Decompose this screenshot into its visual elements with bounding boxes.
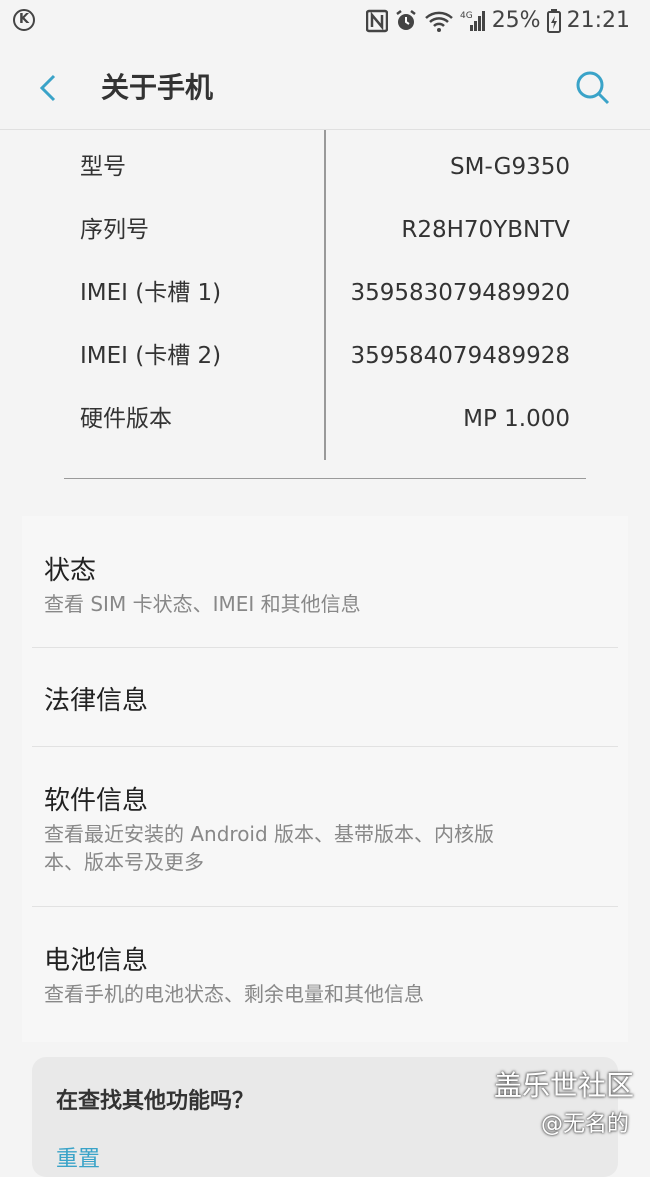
info-row-imei1: IMEI (卡槽 1) 359583079489920 <box>0 273 650 313</box>
back-button[interactable] <box>34 68 68 108</box>
back-arrow-icon <box>39 74 56 102</box>
menu-item-subtitle: 查看手机的电池状态、剩余电量和其他信息 <box>44 982 424 1006</box>
k-icon: K <box>13 9 35 31</box>
menu-item-battery[interactable]: 电池信息 查看手机的电池状态、剩余电量和其他信息 <box>22 930 618 1036</box>
menu-divider <box>32 746 618 747</box>
info-label: 硬件版本 <box>80 406 172 432</box>
menu-item-legal[interactable]: 法律信息 <box>22 660 618 746</box>
watermark-title: 盖乐世社区 <box>494 1069 635 1102</box>
app-bar: 关于手机 <box>0 46 650 130</box>
menu-divider <box>32 647 618 648</box>
menu-item-title: 法律信息 <box>44 686 149 716</box>
info-label: IMEI (卡槽 2) <box>80 343 222 369</box>
svg-text:4G: 4G <box>460 11 473 21</box>
reset-link[interactable]: 重置 <box>56 1141 100 1173</box>
menu-item-status[interactable]: 状态 查看 SIM 卡状态、IMEI 和其他信息 <box>22 540 618 646</box>
info-value: R28H70YBNTV <box>401 217 570 243</box>
page-title: 关于手机 <box>101 71 214 104</box>
wifi-icon <box>424 11 453 32</box>
menu-divider <box>32 906 618 907</box>
search-icon <box>576 71 610 105</box>
info-value: 359584079489928 <box>350 343 571 369</box>
info-bottom-divider <box>64 478 586 479</box>
battery-icon <box>546 8 561 33</box>
info-row-serial: 序列号 R28H70YBNTV <box>0 210 650 250</box>
menu-item-subtitle: 查看最近安装的 Android 版本、基带版本、内核版本、版本号及更多 <box>44 822 495 874</box>
info-value: 359583079489920 <box>350 280 571 306</box>
device-info-table: 型号 SM-G9350 序列号 R28H70YBNTV IMEI (卡槽 1) … <box>0 130 650 465</box>
menu-item-subtitle: 查看 SIM 卡状态、IMEI 和其他信息 <box>44 592 361 616</box>
watermark-author: @无名的 <box>541 1112 630 1137</box>
menu-item-title: 软件信息 <box>44 786 149 816</box>
nfc-icon <box>365 9 388 32</box>
search-button[interactable] <box>572 66 614 110</box>
info-value: SM-G9350 <box>450 154 570 180</box>
status-icons: 4G 25% 21:21 <box>365 8 630 33</box>
menu-item-title: 状态 <box>44 556 97 586</box>
info-row-model: 型号 SM-G9350 <box>0 147 650 187</box>
info-label: 型号 <box>80 154 126 180</box>
info-row-hardware: 硬件版本 MP 1.000 <box>0 399 650 439</box>
find-features-title: 在查找其他功能吗？ <box>56 1089 255 1114</box>
alarm-icon <box>395 9 416 30</box>
status-bar: K 4G 25% 21:21 <box>0 0 650 46</box>
battery-percent: 25% <box>491 8 541 33</box>
signal-icon: 4G <box>460 10 485 31</box>
info-label: 序列号 <box>80 217 149 243</box>
info-value: MP 1.000 <box>463 406 570 432</box>
info-row-imei2: IMEI (卡槽 2) 359584079489928 <box>0 336 650 376</box>
menu-item-title: 电池信息 <box>44 946 149 976</box>
menu-item-software[interactable]: 软件信息 查看最近安装的 Android 版本、基带版本、内核版本、版本号及更多 <box>22 770 618 904</box>
clock: 21:21 <box>566 8 630 33</box>
info-label: IMEI (卡槽 1) <box>80 280 222 306</box>
